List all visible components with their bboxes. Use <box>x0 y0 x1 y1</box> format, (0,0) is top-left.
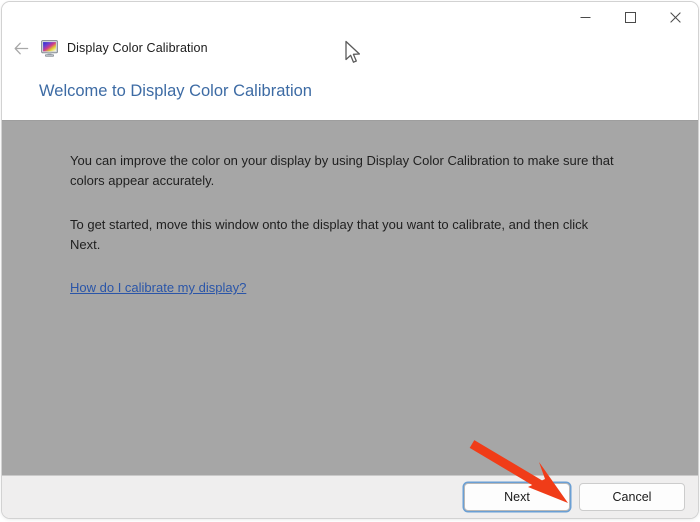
help-link[interactable]: How do I calibrate my display? <box>70 279 246 297</box>
window-controls <box>563 2 698 32</box>
cancel-button[interactable]: Cancel <box>579 483 685 511</box>
next-button[interactable]: Next <box>464 483 570 511</box>
minimize-icon[interactable] <box>563 2 608 32</box>
content-pane: You can improve the color on your displa… <box>2 120 698 475</box>
monitor-color-icon <box>41 40 58 57</box>
intro-paragraph: You can improve the color on your displa… <box>70 151 615 191</box>
close-icon[interactable] <box>653 2 698 32</box>
navigation-row: Display Color Calibration <box>2 34 208 62</box>
content-body: You can improve the color on your displa… <box>70 151 618 297</box>
back-arrow-icon[interactable] <box>4 34 38 62</box>
instruction-paragraph: To get started, move this window onto th… <box>70 215 615 255</box>
maximize-icon[interactable] <box>608 2 653 32</box>
window-titlebar <box>2 2 698 32</box>
display-color-calibration-window: Display Color Calibration Welcome to Dis… <box>2 2 698 518</box>
window-header: Display Color Calibration Welcome to Dis… <box>2 32 698 120</box>
app-title: Display Color Calibration <box>67 41 208 55</box>
dialog-footer: Next Cancel <box>2 475 698 518</box>
page-title: Welcome to Display Color Calibration <box>39 82 312 101</box>
